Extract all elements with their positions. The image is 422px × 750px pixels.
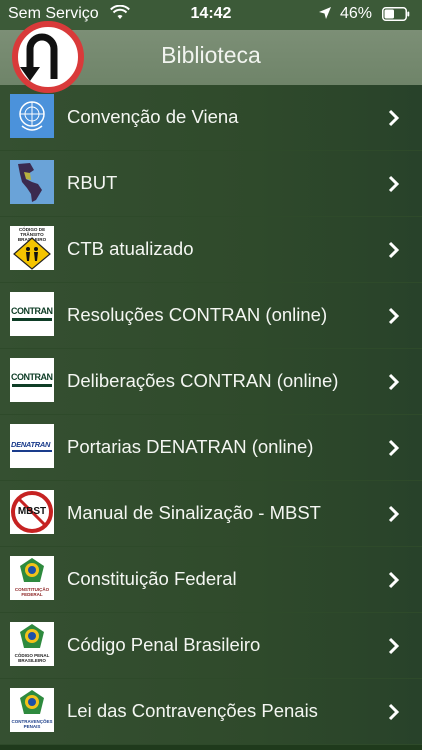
chevron-right-icon: [388, 307, 400, 325]
location-arrow-icon: [319, 7, 331, 19]
battery-percent: 46%: [340, 5, 373, 22]
mbst-sign-text: MBST: [17, 506, 47, 517]
contran-logo-text: CONTRAN: [11, 306, 53, 316]
chevron-right-icon: [388, 571, 400, 589]
battery-icon: [382, 7, 410, 21]
list-item-codigo-penal[interactable]: CÓDIGO PENAL BRASILEIRO Código Penal Bra…: [0, 613, 422, 679]
coat-thumb-text: CÓDIGO PENAL BRASILEIRO: [14, 653, 50, 663]
back-button[interactable]: [8, 21, 92, 95]
list-item-label: Manual de Sinalização - MBST: [67, 502, 321, 523]
chevron-right-icon: [388, 109, 400, 127]
list-item-label: Resoluções CONTRAN (online): [67, 304, 328, 325]
chevron-right-icon: [388, 505, 400, 523]
coat-thumb-text: CONTRAVENÇÕES PENAIS: [11, 719, 53, 729]
list-item-label: RBUT: [67, 172, 118, 193]
contran-logo-text: CONTRAN: [11, 372, 53, 382]
list-item-deliberacoes-contran[interactable]: CONTRAN Deliberações CONTRAN (online): [0, 349, 422, 415]
list-item-label: CTB atualizado: [67, 238, 194, 259]
list-item-label: Constituição Federal: [67, 568, 237, 589]
mbst-sign-icon: MBST: [10, 490, 54, 534]
list-item-label: Convenção de Viena: [67, 106, 239, 127]
coat-thumb-text: CONSTITUIÇÃO FEDERAL: [14, 587, 50, 597]
brazil-coat-of-arms-icon: CONSTITUIÇÃO FEDERAL: [10, 556, 54, 600]
chevron-right-icon: [388, 241, 400, 259]
list-item-mbst[interactable]: MBST Manual de Sinalização - MBST: [0, 481, 422, 547]
chevron-right-icon: [388, 373, 400, 391]
chevron-right-icon: [388, 703, 400, 721]
list-item-label: Código Penal Brasileiro: [67, 634, 261, 655]
library-list: Convenção de Viena RBUT CÓDIGO DE TRÂNSI…: [0, 85, 422, 745]
brazil-coat-of-arms-icon: CÓDIGO PENAL BRASILEIRO: [10, 622, 54, 666]
chevron-right-icon: [388, 175, 400, 193]
contran-logo-icon: CONTRAN: [10, 358, 54, 402]
list-item-label: Deliberações CONTRAN (online): [67, 370, 339, 391]
denatran-logo-text: DENATRAN: [11, 440, 51, 449]
denatran-logo-icon: DENATRAN: [10, 424, 54, 468]
list-item-label: Lei das Contravenções Penais: [67, 700, 318, 721]
list-item-portarias-denatran[interactable]: DENATRAN Portarias DENATRAN (online): [0, 415, 422, 481]
list-item-resolucoes-contran[interactable]: CONTRAN Resoluções CONTRAN (online): [0, 283, 422, 349]
list-item-contravencoes-penais[interactable]: CONTRAVENÇÕES PENAIS Lei das Contravençõ…: [0, 679, 422, 745]
americas-map-icon: [10, 160, 54, 204]
ctb-book-icon: CÓDIGO DE TRÂNSITO BRASILEIRO: [10, 226, 54, 270]
list-item-ctb[interactable]: CÓDIGO DE TRÂNSITO BRASILEIRO CTB atuali…: [0, 217, 422, 283]
list-item-constituicao-federal[interactable]: CONSTITUIÇÃO FEDERAL Constituição Federa…: [0, 547, 422, 613]
chevron-right-icon: [388, 637, 400, 655]
un-flag-icon: [10, 94, 54, 138]
brazil-coat-of-arms-icon: CONTRAVENÇÕES PENAIS: [10, 688, 54, 732]
list-item-label: Portarias DENATRAN (online): [67, 436, 314, 457]
list-item-rbut[interactable]: RBUT: [0, 151, 422, 217]
contran-logo-icon: CONTRAN: [10, 292, 54, 336]
chevron-right-icon: [388, 439, 400, 457]
